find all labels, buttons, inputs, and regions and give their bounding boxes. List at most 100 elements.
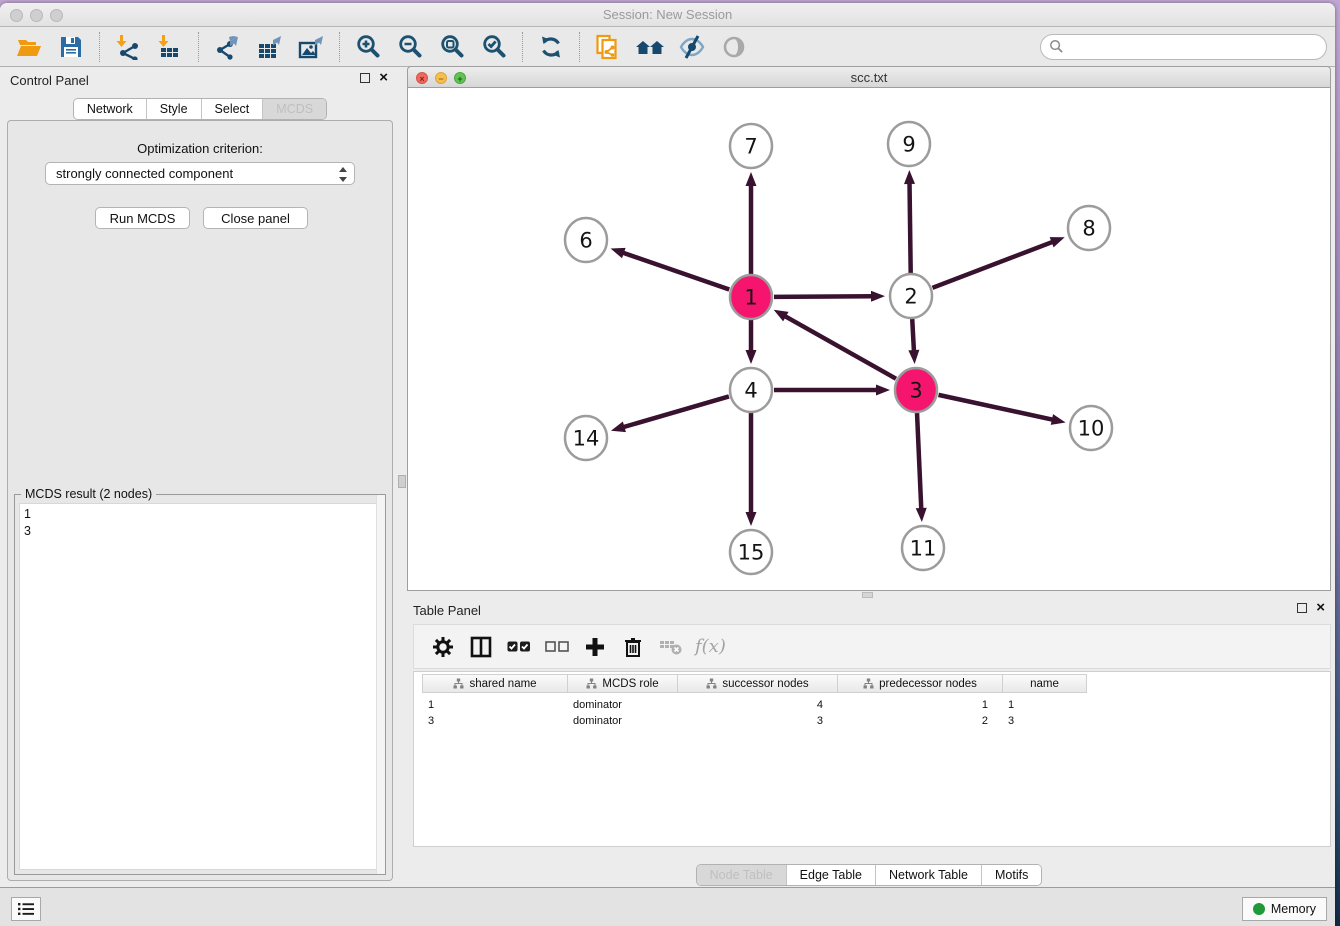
graph-edge-4-3[interactable] xyxy=(774,385,890,396)
graph-node-9[interactable]: 9 xyxy=(888,122,930,166)
graph-node-2[interactable]: 2 xyxy=(890,274,932,318)
zoom-fit-icon[interactable] xyxy=(437,32,467,62)
graph-node-3[interactable]: 3 xyxy=(895,368,937,412)
cell-successor-nodes[interactable]: 4 xyxy=(677,697,837,713)
duplicate-network-icon[interactable] xyxy=(593,32,623,62)
graph-edge-2-8[interactable] xyxy=(932,237,1064,288)
graph-node-4[interactable]: 4 xyxy=(730,368,772,412)
tab-select[interactable]: Select xyxy=(202,99,264,119)
result-scrollbar[interactable] xyxy=(376,495,385,874)
cell-mcds-role[interactable]: dominator xyxy=(567,697,677,713)
float-table-panel-icon[interactable] xyxy=(1297,603,1307,613)
cell-name[interactable]: 1 xyxy=(1002,697,1085,713)
graph-edge-1-6[interactable] xyxy=(611,248,730,290)
close-panel-button[interactable]: Close panel xyxy=(203,207,308,229)
graphics-details-icon[interactable] xyxy=(719,32,749,62)
gear-icon[interactable] xyxy=(429,633,457,661)
tab-mcds[interactable]: MCDS xyxy=(263,99,326,119)
float-panel-icon[interactable] xyxy=(360,73,370,83)
svg-text:15: 15 xyxy=(738,541,765,565)
window-title: Session: New Session xyxy=(0,7,1335,22)
cell-mcds-role[interactable]: dominator xyxy=(567,713,677,729)
graph-edge-1-4[interactable] xyxy=(746,320,757,364)
tab-network-table[interactable]: Network Table xyxy=(876,865,982,885)
memory-button[interactable]: Memory xyxy=(1242,897,1327,921)
graph-edge-1-7[interactable] xyxy=(746,172,757,274)
open-session-icon[interactable] xyxy=(14,32,44,62)
graph-node-1[interactable]: 1 xyxy=(730,275,772,319)
tab-style[interactable]: Style xyxy=(147,99,202,119)
tab-node-table[interactable]: Node Table xyxy=(697,865,787,885)
zoom-in-icon[interactable] xyxy=(353,32,383,62)
graph-node-7[interactable]: 7 xyxy=(730,124,772,168)
optimization-criterion-dropdown[interactable]: strongly connected component xyxy=(45,162,355,185)
close-panel-icon[interactable]: × xyxy=(379,73,388,83)
add-column-icon[interactable] xyxy=(581,633,609,661)
task-history-button[interactable] xyxy=(11,897,41,921)
close-table-panel-icon[interactable]: × xyxy=(1316,603,1325,613)
cell-predecessor-nodes[interactable]: 1 xyxy=(837,697,1002,713)
network-window-titlebar[interactable]: × − + scc.txt xyxy=(407,66,1331,88)
graph-node-10[interactable]: 10 xyxy=(1070,406,1112,450)
deselect-all-icon[interactable] xyxy=(543,633,571,661)
column-header-mcds-role[interactable]: MCDS role xyxy=(568,675,678,692)
graph-edge-2-3[interactable] xyxy=(908,319,919,364)
window-titlebar: Session: New Session xyxy=(0,3,1335,27)
column-header-successor-nodes[interactable]: successor nodes xyxy=(678,675,838,692)
export-table-icon[interactable] xyxy=(254,32,284,62)
home-icon[interactable] xyxy=(635,32,665,62)
graph-node-6[interactable]: 6 xyxy=(565,218,607,262)
graph-node-11[interactable]: 11 xyxy=(902,526,944,570)
svg-text:14: 14 xyxy=(573,427,600,451)
search-input[interactable] xyxy=(1070,39,1318,54)
import-network-icon[interactable] xyxy=(113,32,143,62)
graph-edge-3-1[interactable] xyxy=(774,310,896,379)
graph-edge-3-11[interactable] xyxy=(916,413,927,522)
cell-shared-name[interactable]: 1 xyxy=(422,697,567,713)
search-icon xyxy=(1049,39,1064,54)
graph-edge-3-10[interactable] xyxy=(938,395,1065,425)
table-row[interactable]: 3 dominator 3 2 3 xyxy=(422,713,1085,729)
search-box[interactable] xyxy=(1040,34,1327,60)
export-image-icon[interactable] xyxy=(296,32,326,62)
column-view-icon[interactable] xyxy=(467,633,495,661)
cell-shared-name[interactable]: 3 xyxy=(422,713,567,729)
toolbar-separator xyxy=(522,32,523,62)
svg-text:8: 8 xyxy=(1082,217,1095,241)
column-header-shared-name[interactable]: shared name xyxy=(423,675,568,692)
network-canvas[interactable]: 7 9 6 8 1 2 4 3 14 10 15 11 xyxy=(407,88,1331,591)
cell-predecessor-nodes[interactable]: 2 xyxy=(837,713,1002,729)
select-all-icon[interactable] xyxy=(505,633,533,661)
tab-network[interactable]: Network xyxy=(74,99,147,119)
mcds-result-text[interactable]: 1 3 xyxy=(19,503,381,870)
tab-motifs[interactable]: Motifs xyxy=(982,865,1041,885)
refresh-layout-icon[interactable] xyxy=(536,32,566,62)
graph-node-14[interactable]: 14 xyxy=(565,416,607,460)
graph-edge-2-9[interactable] xyxy=(904,170,915,273)
column-header-name[interactable]: name xyxy=(1003,675,1086,692)
graph-edge-4-15[interactable] xyxy=(746,413,757,526)
zoom-out-icon[interactable] xyxy=(395,32,425,62)
graph-node-15[interactable]: 15 xyxy=(730,530,772,574)
export-network-icon[interactable] xyxy=(212,32,242,62)
table-header-row: shared name MCDS role successor nodes pr… xyxy=(422,674,1087,693)
save-session-icon[interactable] xyxy=(56,32,86,62)
cell-name[interactable]: 3 xyxy=(1002,713,1085,729)
cell-successor-nodes[interactable]: 3 xyxy=(677,713,837,729)
table-panel-tabs: Node Table Edge Table Network Table Moti… xyxy=(407,864,1331,886)
visual-style-icon[interactable] xyxy=(677,32,707,62)
import-table-icon[interactable] xyxy=(155,32,185,62)
delete-column-icon[interactable] xyxy=(619,633,647,661)
tab-edge-table[interactable]: Edge Table xyxy=(787,865,876,885)
graph-edge-1-2[interactable] xyxy=(774,291,885,302)
run-mcds-button[interactable]: Run MCDS xyxy=(95,207,190,229)
column-type-icon xyxy=(453,678,464,689)
table-row[interactable]: 1 dominator 4 1 1 xyxy=(422,697,1085,713)
memory-label: Memory xyxy=(1271,902,1316,916)
svg-text:9: 9 xyxy=(902,133,915,157)
vertical-splitter-grip[interactable] xyxy=(398,475,406,488)
graph-edge-4-14[interactable] xyxy=(611,396,729,432)
column-header-predecessor-nodes[interactable]: predecessor nodes xyxy=(838,675,1003,692)
zoom-selected-icon[interactable] xyxy=(479,32,509,62)
graph-node-8[interactable]: 8 xyxy=(1068,206,1110,250)
